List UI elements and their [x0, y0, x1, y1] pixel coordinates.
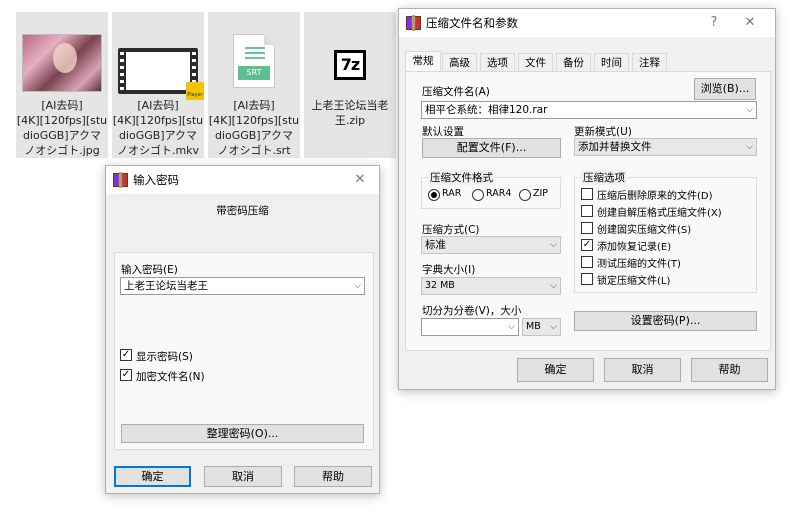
tab-general[interactable]: 常规 [405, 51, 441, 72]
encrypt-names-checkbox[interactable]: ✓ [120, 369, 132, 381]
tab-files[interactable]: 文件 [518, 53, 553, 71]
video-file-icon: Player [118, 48, 204, 100]
general-tab-panel: 压缩文件名(A) 浏览(B)... 相平仑系统：相律120.rar ⌵ 默认设置… [405, 71, 771, 351]
file-name: 上老王论坛当老 王.zip [311, 99, 389, 127]
option-checkbox[interactable] [581, 222, 593, 234]
winrar-icon [406, 15, 421, 31]
profiles-button[interactable]: 配置文件(F)... [422, 138, 561, 158]
set-password-button[interactable]: 设置密码(P)... [574, 311, 757, 331]
options-group: 压缩选项 压缩后删除原来的文件(D) 创建自解压格式压缩文件(X) 创建固实压缩… [574, 170, 757, 293]
archive-params-dialog: 压缩文件名和参数 ? ✕ 常规 高级 选项 文件 备份 时间 注释 压缩文件名(… [398, 8, 776, 390]
srt-file-icon: SRT [233, 34, 275, 88]
archive-name-value: 相平仑系统：相律120.rar [425, 104, 548, 116]
split-label: 切分为分卷(V)，大小 [422, 305, 522, 317]
radio-rar4[interactable] [472, 189, 484, 201]
option-checkbox-checked[interactable]: ✓ [581, 239, 593, 251]
enter-password-label: 输入密码(E) [121, 264, 178, 276]
dict-select[interactable]: 32 MB ⌵ [421, 277, 561, 295]
option-checkbox[interactable] [581, 273, 593, 285]
help-icon[interactable]: ? [703, 13, 725, 33]
radio-zip[interactable] [519, 189, 531, 201]
split-unit-select[interactable]: MB ⌵ [522, 318, 561, 336]
tab-comment[interactable]: 注释 [632, 53, 667, 71]
cancel-button[interactable]: 取消 [604, 358, 681, 382]
chevron-down-icon[interactable]: ⌵ [508, 319, 515, 335]
chevron-down-icon[interactable]: ⌵ [354, 278, 361, 294]
file-name: [AI去码] [4K][120fps][stu dioGGB]アクマ ノオシゴト… [112, 99, 204, 157]
tab-options[interactable]: 选项 [480, 53, 515, 71]
titlebar: 输入密码 ✕ [106, 166, 379, 194]
show-password-label: 显示密码(S) [136, 351, 193, 363]
titlebar: 压缩文件名和参数 ? ✕ [399, 9, 775, 37]
file-tile-jpg[interactable]: [AI去码] [4K][120fps][stu dioGGB]アクマ ノオシゴト… [16, 12, 108, 158]
chevron-down-icon[interactable]: ⌵ [746, 139, 753, 155]
option-label: 创建自解压格式压缩文件(X) [597, 208, 722, 219]
option-label: 添加恢复记录(E) [597, 242, 672, 253]
password-value: 上老王论坛当老王 [124, 280, 208, 292]
method-select[interactable]: 标准 ⌵ [421, 236, 561, 254]
dict-label: 字典大小(I) [422, 264, 476, 276]
dialog-heading: 带密码压缩 [216, 205, 269, 217]
winrar-icon [113, 172, 128, 188]
radio-rar-label: RAR [442, 188, 462, 199]
file-name: [AI去码] [4K][120fps][stu dioGGB]アクマ ノオシゴト… [16, 99, 108, 157]
image-thumbnail-icon [22, 34, 102, 92]
update-mode-select[interactable]: 添加并替换文件 ⌵ [574, 138, 757, 156]
7z-archive-icon: 7z [334, 50, 366, 80]
archive-name-label: 压缩文件名(A) [422, 86, 490, 98]
show-password-checkbox[interactable]: ✓ [120, 349, 132, 361]
password-input[interactable]: 上老王论坛当老王 ⌵ [120, 277, 365, 295]
dialog-title: 压缩文件名和参数 [426, 16, 518, 30]
cancel-button[interactable]: 取消 [204, 466, 282, 487]
chevron-down-icon[interactable]: ⌵ [746, 102, 753, 118]
dialog-title: 输入密码 [133, 173, 179, 187]
radio-rar[interactable] [428, 189, 440, 201]
browse-button[interactable]: 浏览(B)... [694, 78, 756, 100]
ok-button[interactable]: 确定 [517, 358, 594, 382]
options-group-title: 压缩选项 [581, 170, 627, 185]
split-unit-value: MB [526, 321, 541, 332]
archive-name-combo[interactable]: 相平仑系统：相律120.rar ⌵ [421, 101, 757, 119]
option-label: 锁定压缩文件(L) [597, 276, 671, 287]
method-label: 压缩方式(C) [422, 224, 480, 236]
tab-advanced[interactable]: 高级 [442, 53, 477, 71]
chevron-down-icon[interactable]: ⌵ [550, 319, 557, 335]
radio-zip-label: ZIP [533, 188, 549, 199]
update-mode-value: 添加并替换文件 [578, 141, 652, 153]
file-tile-mkv[interactable]: Player [AI去码] [4K][120fps][stu dioGGB]アク… [112, 12, 204, 158]
ok-button[interactable]: 确定 [114, 466, 191, 487]
chevron-down-icon[interactable]: ⌵ [550, 278, 557, 294]
update-mode-label: 更新模式(U) [574, 126, 632, 138]
split-size-combo[interactable]: ⌵ [421, 318, 519, 336]
dict-value: 32 MB [425, 280, 455, 291]
file-name: [AI去码] [4K][120fps][stu dioGGB]アクマ ノオシゴト… [208, 99, 300, 157]
method-value: 标准 [425, 239, 446, 251]
password-dialog: 输入密码 ✕ 带密码压缩 输入密码(E) 上老王论坛当老王 ⌵ ✓ 显示密码(S… [105, 165, 380, 494]
option-checkbox[interactable] [581, 205, 593, 217]
radio-rar4-label: RAR4 [486, 188, 512, 199]
format-group: 压缩文件格式 RAR RAR4 ZIP [421, 170, 561, 209]
option-label: 测试压缩的文件(T) [597, 259, 681, 270]
close-icon[interactable]: ✕ [739, 13, 761, 33]
option-checkbox[interactable] [581, 188, 593, 200]
option-label: 创建固实压缩文件(S) [597, 225, 692, 236]
option-checkbox[interactable] [581, 256, 593, 268]
default-settings-label: 默认设置 [422, 126, 464, 138]
format-group-title: 压缩文件格式 [428, 170, 495, 185]
close-icon[interactable]: ✕ [349, 170, 371, 190]
help-button[interactable]: 帮助 [691, 358, 768, 382]
tab-backup[interactable]: 备份 [556, 53, 591, 71]
chevron-down-icon[interactable]: ⌵ [550, 237, 557, 253]
file-tile-srt[interactable]: SRT [AI去码] [4K][120fps][stu dioGGB]アクマ ノ… [208, 12, 300, 158]
encrypt-names-label: 加密文件名(N) [136, 371, 205, 383]
tab-time[interactable]: 时间 [594, 53, 629, 71]
option-label: 压缩后删除原来的文件(D) [597, 191, 713, 202]
file-tile-zip[interactable]: 7z 上老王论坛当老 王.zip [304, 12, 396, 158]
organize-passwords-button[interactable]: 整理密码(O)... [121, 424, 364, 443]
help-button[interactable]: 帮助 [294, 466, 372, 487]
